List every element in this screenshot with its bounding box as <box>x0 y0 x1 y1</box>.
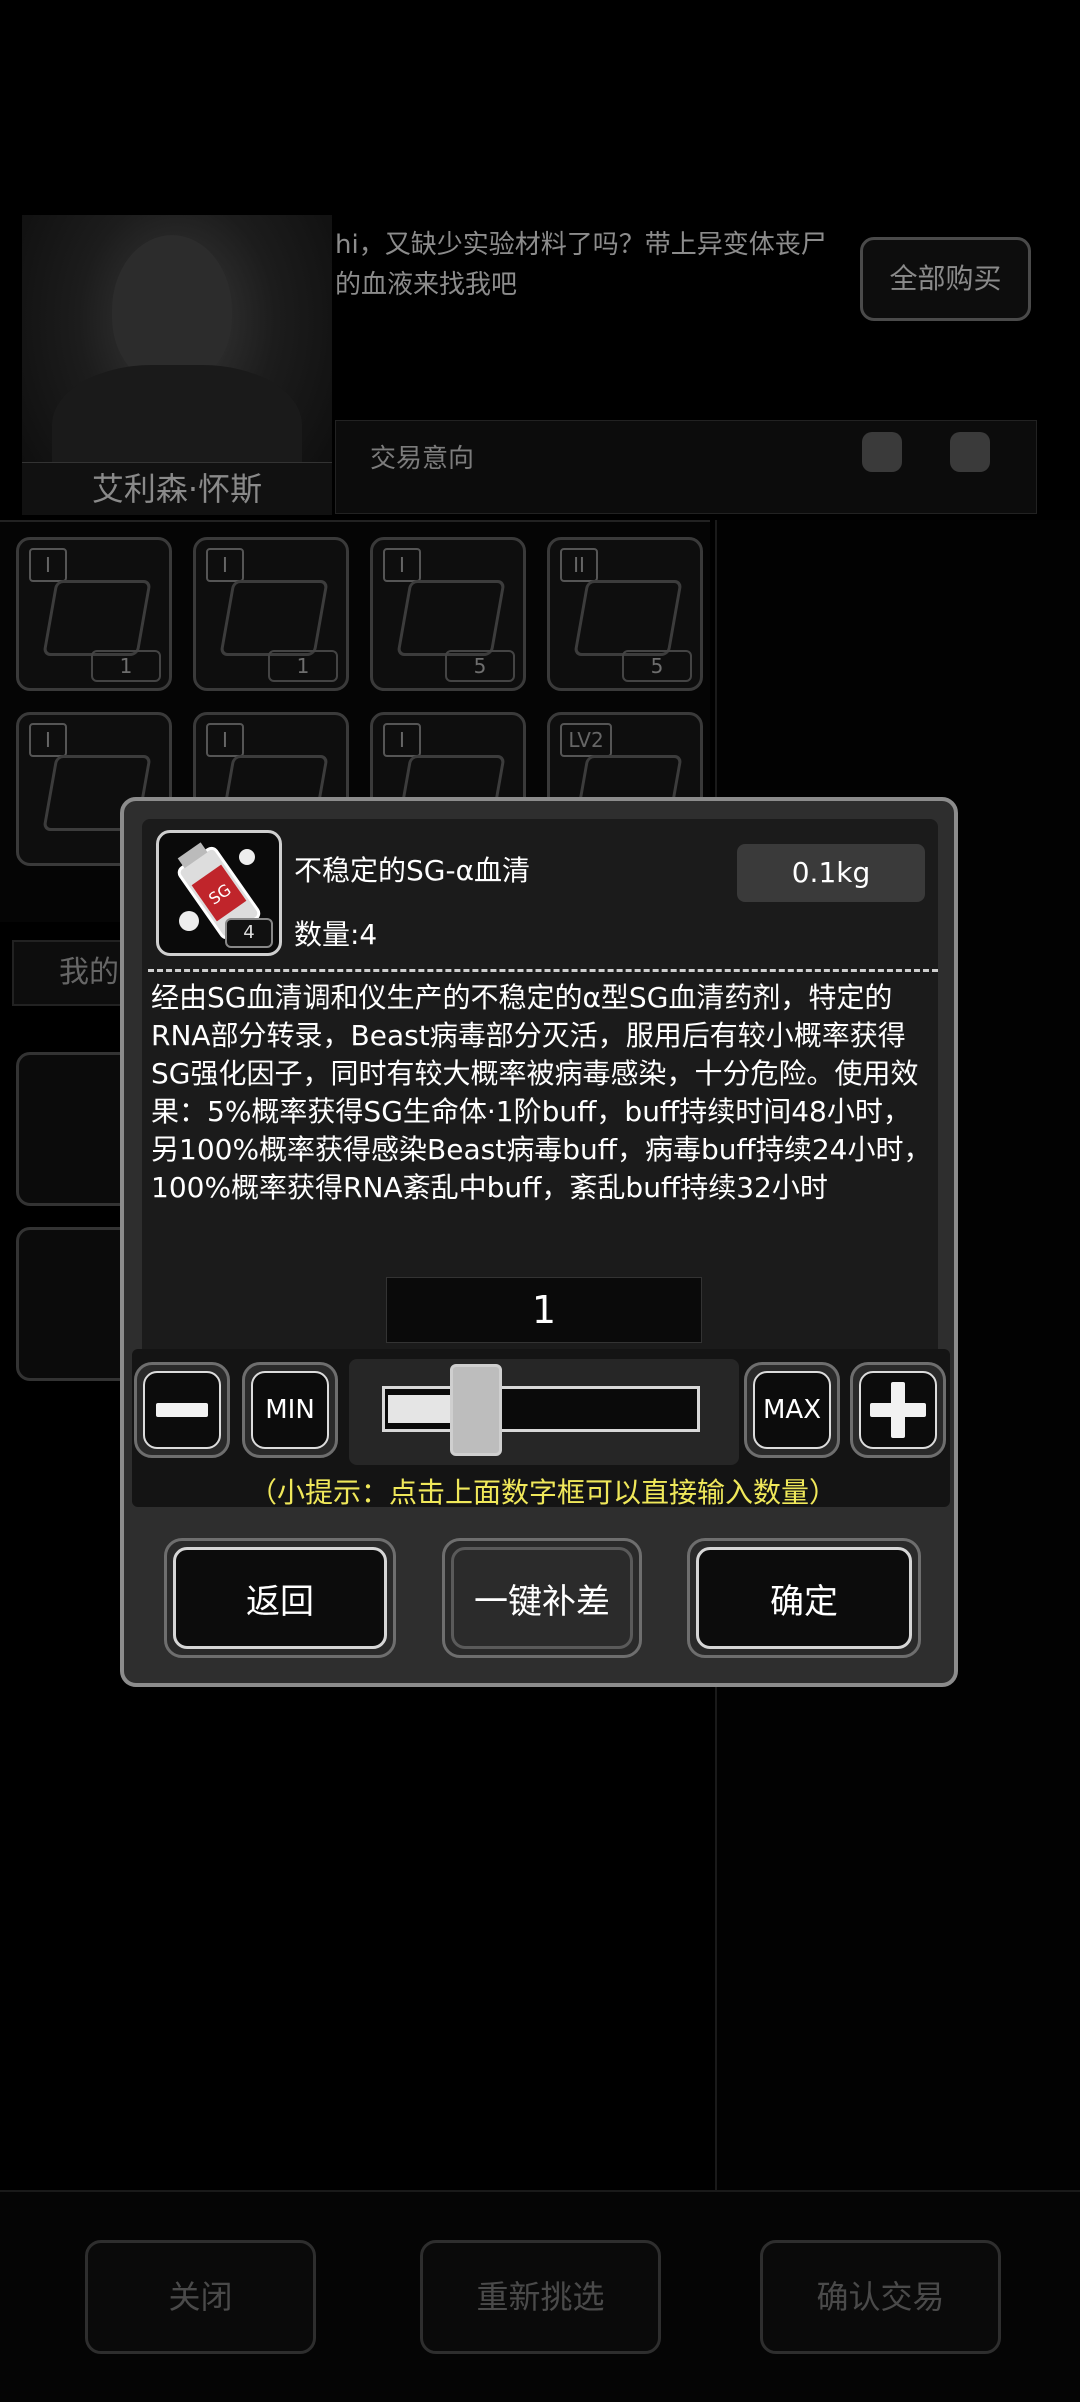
neutral-face-icon[interactable] <box>862 432 902 472</box>
increase-button[interactable] <box>850 1362 946 1458</box>
max-button[interactable]: MAX <box>744 1362 840 1458</box>
item-quantity-dialog: SG 4 不稳定的SG-α血清 数量:4 0.1kg 经由SG血清调和仪生产的不… <box>120 797 958 1687</box>
confirm-button[interactable]: 确定 <box>687 1538 921 1658</box>
fill-gap-button[interactable]: 一键补差 <box>442 1538 642 1658</box>
item-count-badge: 4 <box>225 918 273 948</box>
quantity-slider-track[interactable] <box>382 1386 700 1432</box>
confirm-trade-button[interactable]: 确认交易 <box>760 2240 1001 2354</box>
item-name: 不稳定的SG-α血清 <box>294 854 531 887</box>
shop-slot[interactable]: I 1 <box>16 537 172 691</box>
slider-fill <box>388 1395 456 1423</box>
min-button[interactable]: MIN <box>242 1362 338 1458</box>
trade-intent-label: 交易意向 <box>370 444 475 474</box>
quantity-input[interactable]: 1 <box>386 1277 702 1343</box>
plus-icon <box>859 1371 937 1449</box>
happy-face-icon[interactable] <box>950 432 990 472</box>
npc-dialog: hi，又缺少实验材料了吗？带上异变体丧尸的血液来找我吧 <box>335 230 827 300</box>
divider <box>148 969 938 972</box>
buy-all-button[interactable]: 全部购买 <box>860 237 1031 321</box>
minus-icon <box>156 1403 208 1417</box>
slider-thumb[interactable] <box>450 1364 502 1456</box>
shop-slot[interactable]: II 5 <box>547 537 703 691</box>
shop-slot[interactable]: I 5 <box>370 537 526 691</box>
shop-slot[interactable]: I 1 <box>193 537 349 691</box>
npc-name: 艾利森·怀斯 <box>22 462 332 515</box>
close-button[interactable]: 关闭 <box>85 2240 316 2354</box>
decrease-button[interactable] <box>134 1362 230 1458</box>
back-button[interactable]: 返回 <box>164 1538 396 1658</box>
item-weight: 0.1kg <box>737 844 925 902</box>
item-owned-quantity: 数量:4 <box>294 918 378 951</box>
serum-item-icon: SG 4 <box>156 830 282 956</box>
item-description: 经由SG血清调和仪生产的不稳定的α型SG血清药剂，特定的RNA部分转录，Beas… <box>151 981 932 1204</box>
input-hint: （小提示：点击上面数字框可以直接输入数量） <box>248 1476 837 1509</box>
reselect-button[interactable]: 重新挑选 <box>420 2240 661 2354</box>
